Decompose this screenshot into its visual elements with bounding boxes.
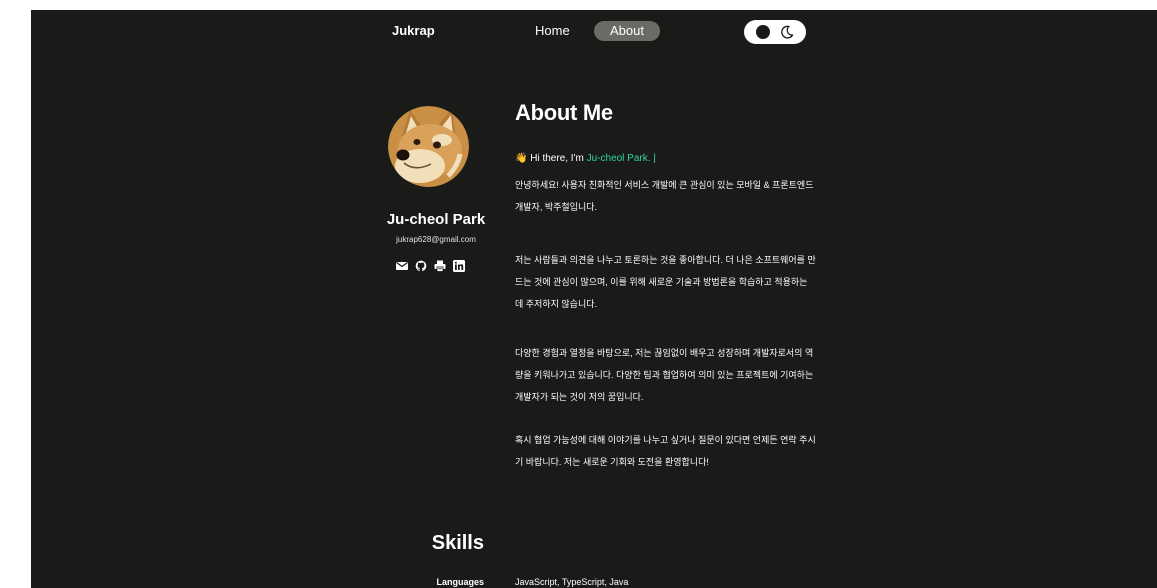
printer-icon[interactable] [434,260,446,272]
social-links [396,260,476,274]
theme-toggle[interactable] [744,20,806,44]
about-paragraph: 혹시 협업 가능성에 대해 이야기를 나누고 싶거나 질문이 있다면 언제든 연… [515,435,816,467]
profile-name: Ju-cheol Park [386,211,486,228]
about-paragraph: 안녕하세요! 사용자 친화적인 서비스 개발에 큰 관심이 있는 모바일 & 프… [515,180,814,212]
greeting-prefix: Hi there, I'm [530,153,584,164]
top-nav: Jukrap Home About [31,20,1157,44]
nav-link-home[interactable]: Home [535,21,570,41]
about-paragraph: 다양한 경험과 열정을 바탕으로, 저는 끊임없이 배우고 성장하며 개발자로서… [515,348,814,402]
skill-label: Languages [436,577,484,587]
page: Jukrap Home About Ju-cheol Park jukrap62… [31,10,1157,588]
nav-link-about[interactable]: About [594,21,660,41]
moon-icon [781,25,794,39]
shiba-doge-avatar [388,106,469,187]
profile-email: jukrap628@gmail.com [396,235,476,244]
greeting-line: 👋 Hi there, I'm Ju-cheol Park. | [515,153,656,164]
linkedin-icon[interactable] [453,260,465,272]
greeting-name: Ju-cheol Park. [586,153,651,164]
mail-icon[interactable] [396,260,408,272]
skill-value: JavaScript, TypeScript, Java [515,577,629,587]
circle-icon [756,25,770,39]
skills-title: Skills [431,532,484,554]
about-title: About Me [515,100,613,125]
github-icon[interactable] [415,260,427,272]
typing-cursor: | [653,153,656,164]
brand-logo[interactable]: Jukrap [392,23,435,38]
about-paragraph: 저는 사람들과 의견을 나누고 토론하는 것을 좋아합니다. 더 나은 소프트웨… [515,255,816,309]
wave-icon: 👋 [515,153,528,164]
